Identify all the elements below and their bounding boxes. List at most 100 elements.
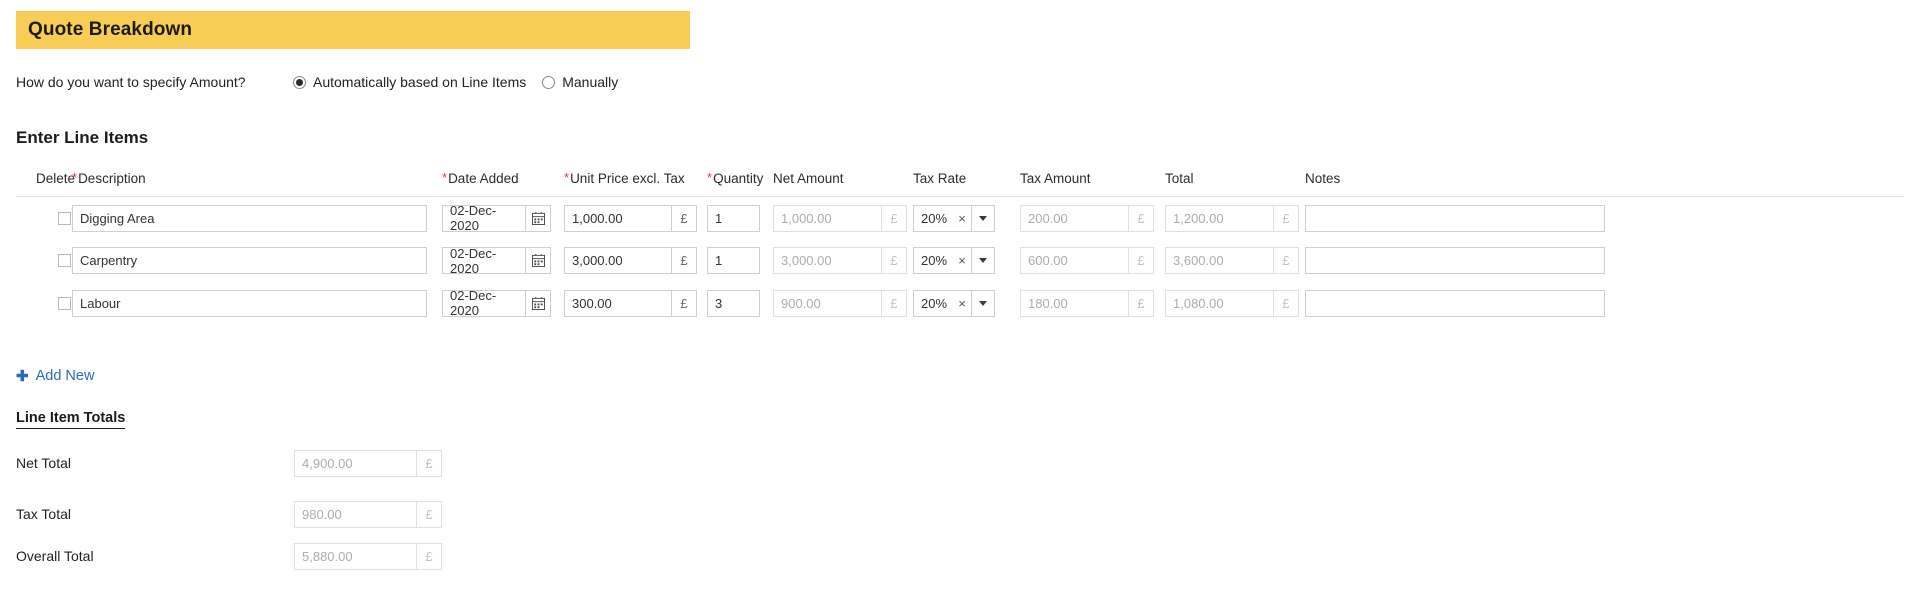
row-date-cell: 02-Dec-2020	[442, 288, 564, 318]
column-header-delete: Delete	[36, 170, 76, 186]
row-unit-price-cell: 1,000.00 £	[564, 204, 707, 232]
tax-rate-select[interactable]: 20% ×	[913, 247, 995, 275]
radio-option-automatic[interactable]: Automatically based on Line Items	[293, 74, 526, 90]
column-header-date-added-label: Date Added	[448, 170, 519, 186]
row-delete-cell	[16, 296, 72, 310]
date-added-input[interactable]: 02-Dec-2020	[442, 288, 525, 318]
column-header-tax-rate: Tax Rate	[913, 170, 967, 186]
row-notes-cell	[1305, 247, 1605, 275]
notes-input[interactable]	[1305, 204, 1605, 232]
row-net-amount-cell: 3,000.00 £	[773, 247, 913, 275]
net-amount-input: 3,000.00	[773, 247, 881, 275]
clear-icon[interactable]: ×	[953, 248, 971, 273]
radio-manually-label: Manually	[562, 74, 619, 90]
row-date-cell: 02-Dec-2020	[442, 203, 564, 233]
table-row: Digging Area 02-Dec-2020 1,000.00 £ 1 1,…	[16, 197, 1904, 240]
radio-automatic-icon[interactable]	[293, 75, 306, 89]
notes-input[interactable]	[1305, 289, 1605, 317]
tax-rate-select[interactable]: 20% ×	[913, 204, 995, 232]
column-header-unit-price: *Unit Price excl. Tax	[564, 171, 707, 186]
delete-checkbox[interactable]	[58, 254, 71, 268]
tax-rate-value: 20%	[921, 210, 948, 226]
radio-option-manually[interactable]: Manually	[542, 74, 618, 90]
tax-amount-group: 180.00 £	[1020, 289, 1154, 317]
description-input[interactable]: Digging Area	[72, 204, 427, 232]
total-group: 1,200.00 £	[1165, 204, 1299, 232]
description-input[interactable]: Labour	[72, 289, 427, 317]
row-quantity-cell: 3	[707, 289, 773, 317]
calendar-icon[interactable]	[525, 289, 551, 317]
radio-manually-icon[interactable]	[542, 75, 556, 89]
column-header-description-label: Description	[78, 170, 146, 186]
unit-price-input[interactable]: 1,000.00	[564, 204, 671, 232]
quote-breakdown-banner: Quote Breakdown	[16, 11, 690, 49]
row-delete-cell	[16, 211, 72, 225]
date-added-input[interactable]: 02-Dec-2020	[442, 246, 525, 276]
row-notes-cell	[1305, 204, 1605, 232]
currency-suffix: £	[1273, 289, 1299, 317]
row-description-cell: Labour	[72, 289, 442, 317]
quantity-input[interactable]: 3	[707, 289, 760, 317]
plus-icon: ✚	[16, 367, 29, 385]
row-tax-amount-cell: 200.00 £	[1020, 204, 1165, 232]
date-added-input[interactable]: 02-Dec-2020	[442, 203, 525, 233]
row-description-cell: Carpentry	[72, 247, 442, 275]
delete-checkbox[interactable]	[58, 211, 71, 225]
row-tax-amount-cell: 180.00 £	[1020, 289, 1165, 317]
currency-suffix: £	[671, 247, 697, 275]
tax-rate-value: 20%	[921, 253, 948, 269]
notes-input[interactable]	[1305, 247, 1605, 275]
chevron-down-icon[interactable]	[971, 205, 994, 231]
net-amount-input: 1,000.00	[773, 204, 881, 232]
calendar-icon[interactable]	[525, 204, 551, 232]
overall-total-row: Overall Total 5,880.00 £	[16, 542, 442, 570]
line-items-table: Delete *Description *Date Added *Unit Pr…	[16, 160, 1904, 325]
tax-total-row: Tax Total 980.00 £	[16, 500, 442, 528]
row-net-amount-cell: 900.00 £	[773, 289, 913, 317]
row-total-cell: 1,080.00 £	[1165, 289, 1305, 317]
tax-rate-select[interactable]: 20% ×	[913, 289, 995, 317]
calendar-icon[interactable]	[525, 247, 551, 275]
total-group: 1,080.00 £	[1165, 289, 1299, 317]
quantity-input[interactable]: 1	[707, 204, 760, 232]
page-title: Quote Breakdown	[28, 19, 193, 40]
net-amount-group: 1,000.00 £	[773, 204, 907, 232]
required-marker: *	[442, 169, 448, 185]
unit-price-input[interactable]: 300.00	[564, 289, 671, 317]
column-header-quantity-label: Quantity	[713, 170, 764, 186]
total-group: 3,600.00 £	[1165, 247, 1299, 275]
quantity-input[interactable]: 1	[707, 247, 760, 275]
total-input: 3,600.00	[1165, 247, 1273, 275]
net-total-group: 4,900.00 £	[294, 449, 442, 477]
chevron-down-icon[interactable]	[971, 290, 994, 316]
required-marker: *	[707, 169, 713, 185]
unit-price-input[interactable]: 3,000.00	[564, 247, 671, 275]
tax-amount-input: 180.00	[1020, 289, 1128, 317]
column-header-description: *Description	[72, 171, 442, 186]
delete-checkbox[interactable]	[58, 296, 71, 310]
description-input[interactable]: Carpentry	[72, 247, 427, 275]
row-tax-rate-cell: 20% ×	[913, 204, 1020, 232]
unit-price-group: 300.00 £	[564, 289, 697, 317]
tax-amount-input: 200.00	[1020, 204, 1128, 232]
column-header-total: Total	[1165, 170, 1194, 186]
clear-icon[interactable]: ×	[953, 206, 971, 231]
currency-suffix: £	[671, 289, 697, 317]
currency-suffix: £	[1273, 204, 1299, 232]
add-new-button[interactable]: ✚ Add New	[16, 368, 94, 384]
add-new-label: Add New	[35, 368, 95, 384]
column-header-tax-amount: Tax Amount	[1020, 170, 1091, 186]
row-tax-rate-cell: 20% ×	[913, 247, 1020, 275]
tax-total-value: 980.00	[294, 500, 416, 528]
tax-total-group: 980.00 £	[294, 500, 442, 528]
tax-amount-group: 200.00 £	[1020, 204, 1154, 232]
overall-total-label: Overall Total	[16, 548, 94, 564]
row-tax-amount-cell: 600.00 £	[1020, 247, 1165, 275]
tax-rate-value: 20%	[921, 295, 948, 311]
column-header-quantity: *Quantity	[707, 171, 773, 186]
currency-suffix: £	[881, 289, 907, 317]
clear-icon[interactable]: ×	[953, 291, 971, 316]
net-total-value: 4,900.00	[294, 449, 416, 477]
currency-suffix: £	[881, 247, 907, 275]
chevron-down-icon[interactable]	[971, 248, 994, 274]
